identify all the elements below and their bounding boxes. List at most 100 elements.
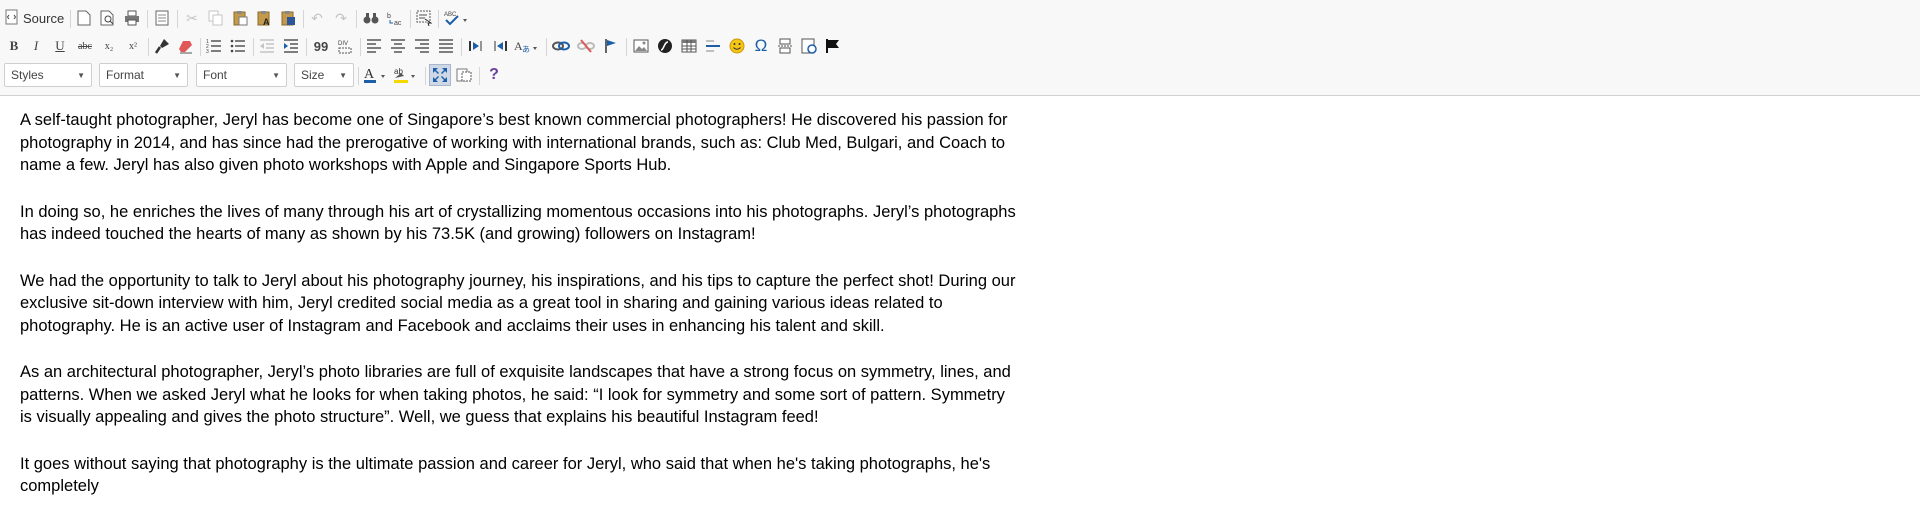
text-direction-ltr-icon[interactable] (465, 35, 487, 57)
image-icon[interactable] (630, 35, 652, 57)
bulleted-list-icon[interactable] (227, 35, 249, 57)
styles-label: Styles (11, 68, 44, 82)
editor-toolbar: Source ✂ A ↶ ↷ b ac ABC B I U abc x₂ x² … (0, 0, 1920, 96)
replace-icon[interactable]: b ac (384, 7, 406, 29)
background-color-dropdown[interactable]: ab (392, 64, 420, 86)
separator (425, 67, 426, 85)
subscript-icon: x₂ (104, 40, 114, 52)
preview-icon[interactable] (97, 7, 119, 29)
undo-icon[interactable]: ↶ (306, 7, 328, 29)
text-direction-rtl-icon[interactable] (489, 35, 511, 57)
separator (626, 38, 627, 56)
table-icon[interactable] (678, 35, 700, 57)
separator (479, 67, 480, 85)
styles-dropdown[interactable]: Styles ▼ (4, 63, 92, 87)
svg-text:b: b (387, 13, 391, 20)
text-color-dropdown[interactable]: A (362, 64, 390, 86)
blockquote-button[interactable]: 99 (310, 35, 332, 57)
special-character-button[interactable]: Ω (750, 35, 772, 57)
separator (358, 67, 359, 85)
separator (70, 10, 71, 28)
paste-as-text-icon[interactable]: A (253, 7, 275, 29)
page-break-icon[interactable] (774, 35, 796, 57)
spellcheck-dropdown[interactable]: ABC (442, 7, 472, 29)
toolbar-row-document: Source ✂ A ↶ ↷ b ac ABC (0, 4, 1920, 32)
help-icon: ? (489, 66, 499, 83)
anchor-icon[interactable] (600, 35, 622, 57)
link-icon[interactable] (550, 35, 572, 57)
copy-icon[interactable] (205, 7, 227, 29)
create-div-icon[interactable]: DIV (334, 35, 356, 57)
editor-content[interactable]: A self-taught photographer, Jeryl has be… (20, 109, 1020, 522)
separator (461, 38, 462, 56)
paragraph: In doing so, he enriches the lives of ma… (20, 202, 1016, 244)
language-dropdown[interactable]: Aあ (513, 35, 541, 57)
omega-icon: Ω (754, 36, 768, 55)
flag-icon[interactable] (822, 35, 844, 57)
source-button[interactable]: Source (4, 7, 64, 29)
format-dropdown[interactable]: Format ▼ (99, 63, 188, 87)
superscript-icon: x² (129, 40, 137, 52)
size-dropdown[interactable]: Size ▼ (294, 63, 354, 87)
align-justify-icon[interactable] (435, 35, 457, 57)
paragraph: It goes without saying that photography … (20, 454, 991, 496)
subscript-button[interactable]: x₂ (98, 35, 120, 57)
numbered-list-icon[interactable]: 123 (203, 35, 225, 57)
select-all-icon[interactable] (413, 7, 435, 29)
decrease-indent-icon[interactable] (256, 35, 278, 57)
spellcheck-text-icon: ABC (444, 12, 457, 18)
increase-indent-icon[interactable] (280, 35, 302, 57)
svg-text:あ: あ (522, 45, 530, 54)
redo-icon[interactable]: ↷ (330, 7, 352, 29)
paste-icon[interactable] (229, 7, 251, 29)
separator (356, 10, 357, 28)
chevron-down-icon: ▼ (173, 70, 181, 80)
new-page-icon[interactable] (73, 7, 95, 29)
remove-format-icon[interactable] (175, 35, 197, 57)
font-label: Font (203, 68, 228, 82)
align-left-icon[interactable] (363, 35, 385, 57)
iframe-icon[interactable] (798, 35, 820, 57)
svg-text:A: A (263, 17, 270, 26)
underline-icon: U (55, 38, 65, 53)
chevron-down-icon: ▼ (272, 70, 280, 80)
help-button[interactable]: ? (483, 64, 505, 86)
maximize-icon[interactable] (429, 64, 451, 86)
flash-icon[interactable] (654, 35, 676, 57)
superscript-button[interactable]: x² (122, 35, 144, 57)
unlink-icon[interactable] (575, 35, 597, 57)
separator (546, 38, 547, 56)
paragraph: A self-taught photographer, Jeryl has be… (20, 111, 1008, 174)
paragraph: We had the opportunity to talk to Jeryl … (20, 271, 1016, 335)
horizontal-rule-icon[interactable] (702, 35, 724, 57)
align-center-icon[interactable] (387, 35, 409, 57)
italic-icon: I (33, 38, 39, 53)
print-icon[interactable] (121, 7, 143, 29)
separator (253, 38, 254, 56)
font-dropdown[interactable]: Font ▼ (196, 63, 287, 87)
find-icon[interactable] (360, 7, 382, 29)
separator (438, 10, 439, 28)
separator (200, 38, 201, 56)
cut-icon[interactable]: ✂ (181, 7, 203, 29)
smiley-icon[interactable] (726, 35, 748, 57)
paragraph: As an architectural photographer, Jeryl’… (20, 363, 1011, 426)
underline-button[interactable]: U (49, 35, 71, 57)
svg-text:DIV: DIV (338, 41, 348, 47)
chevron-down-icon: ▼ (77, 70, 85, 80)
bold-icon: B (9, 38, 19, 53)
bold-button[interactable]: B (3, 35, 25, 57)
paste-from-word-icon[interactable] (277, 7, 299, 29)
strikethrough-button[interactable]: abc (74, 35, 96, 57)
toolbar-row-styles: Styles ▼ Format ▼ Font ▼ Size ▼ A ab ? (0, 61, 1920, 89)
separator (147, 10, 148, 28)
align-right-icon[interactable] (411, 35, 433, 57)
strikethrough-icon: abc (78, 40, 92, 52)
separator (410, 10, 411, 28)
size-label: Size (301, 68, 325, 82)
italic-button[interactable]: I (25, 35, 47, 57)
templates-icon[interactable] (151, 7, 173, 29)
copy-formatting-icon[interactable] (151, 35, 173, 57)
show-blocks-icon[interactable] (453, 64, 475, 86)
separator (360, 38, 361, 56)
